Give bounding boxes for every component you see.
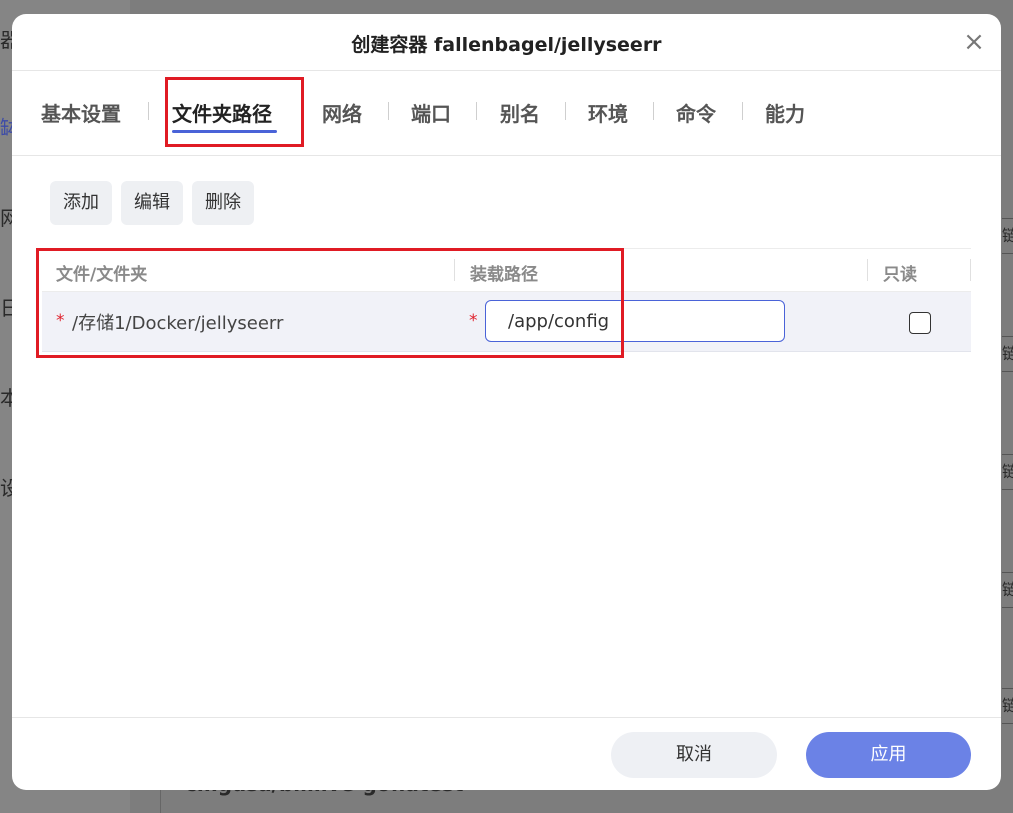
apply-button[interactable]: 应用 xyxy=(806,732,971,778)
close-icon[interactable]: × xyxy=(961,29,987,56)
tab-separator xyxy=(148,102,149,120)
edit-button[interactable]: 编辑 xyxy=(121,181,183,225)
tab-bar: 基本设置 文件夹路径 网络 端口 别名 环境 命令 能力 xyxy=(12,84,1001,156)
highlight-box-tab xyxy=(165,77,304,147)
tab-basic-settings[interactable]: 基本设置 xyxy=(41,98,121,127)
tab-network[interactable]: 网络 xyxy=(322,98,362,127)
tab-separator xyxy=(653,102,654,120)
add-button[interactable]: 添加 xyxy=(50,181,112,225)
cancel-button[interactable]: 取消 xyxy=(611,732,777,778)
tab-command[interactable]: 命令 xyxy=(676,98,716,127)
tab-separator xyxy=(388,102,389,120)
tab-environment[interactable]: 环境 xyxy=(588,98,628,127)
delete-button[interactable]: 删除 xyxy=(192,181,254,225)
tab-capabilities[interactable]: 能力 xyxy=(765,98,805,127)
background-link: 链 xyxy=(1002,454,1013,490)
tab-separator xyxy=(565,102,566,120)
highlight-box-table xyxy=(36,248,624,358)
column-header-read-only: 只读 xyxy=(883,265,917,285)
background-link: 链 xyxy=(1002,688,1013,724)
tab-alias[interactable]: 别名 xyxy=(500,98,540,127)
background-link: 链 xyxy=(1002,572,1013,608)
tab-ports[interactable]: 端口 xyxy=(411,98,451,127)
tab-separator xyxy=(742,102,743,120)
tab-separator xyxy=(476,102,477,120)
background-link: 链 xyxy=(1002,336,1013,372)
dialog-header: 创建容器 fallenbagel/jellyseerr × xyxy=(12,14,1001,71)
create-container-dialog: 创建容器 fallenbagel/jellyseerr × 基本设置 文件夹路径… xyxy=(12,14,1001,790)
column-separator xyxy=(867,259,868,281)
column-separator xyxy=(970,259,971,281)
dialog-title: 创建容器 fallenbagel/jellyseerr xyxy=(351,34,662,56)
background-link: 链 xyxy=(1002,218,1013,254)
read-only-checkbox[interactable] xyxy=(909,312,931,334)
dialog-footer: 取消 应用 xyxy=(12,717,1001,790)
